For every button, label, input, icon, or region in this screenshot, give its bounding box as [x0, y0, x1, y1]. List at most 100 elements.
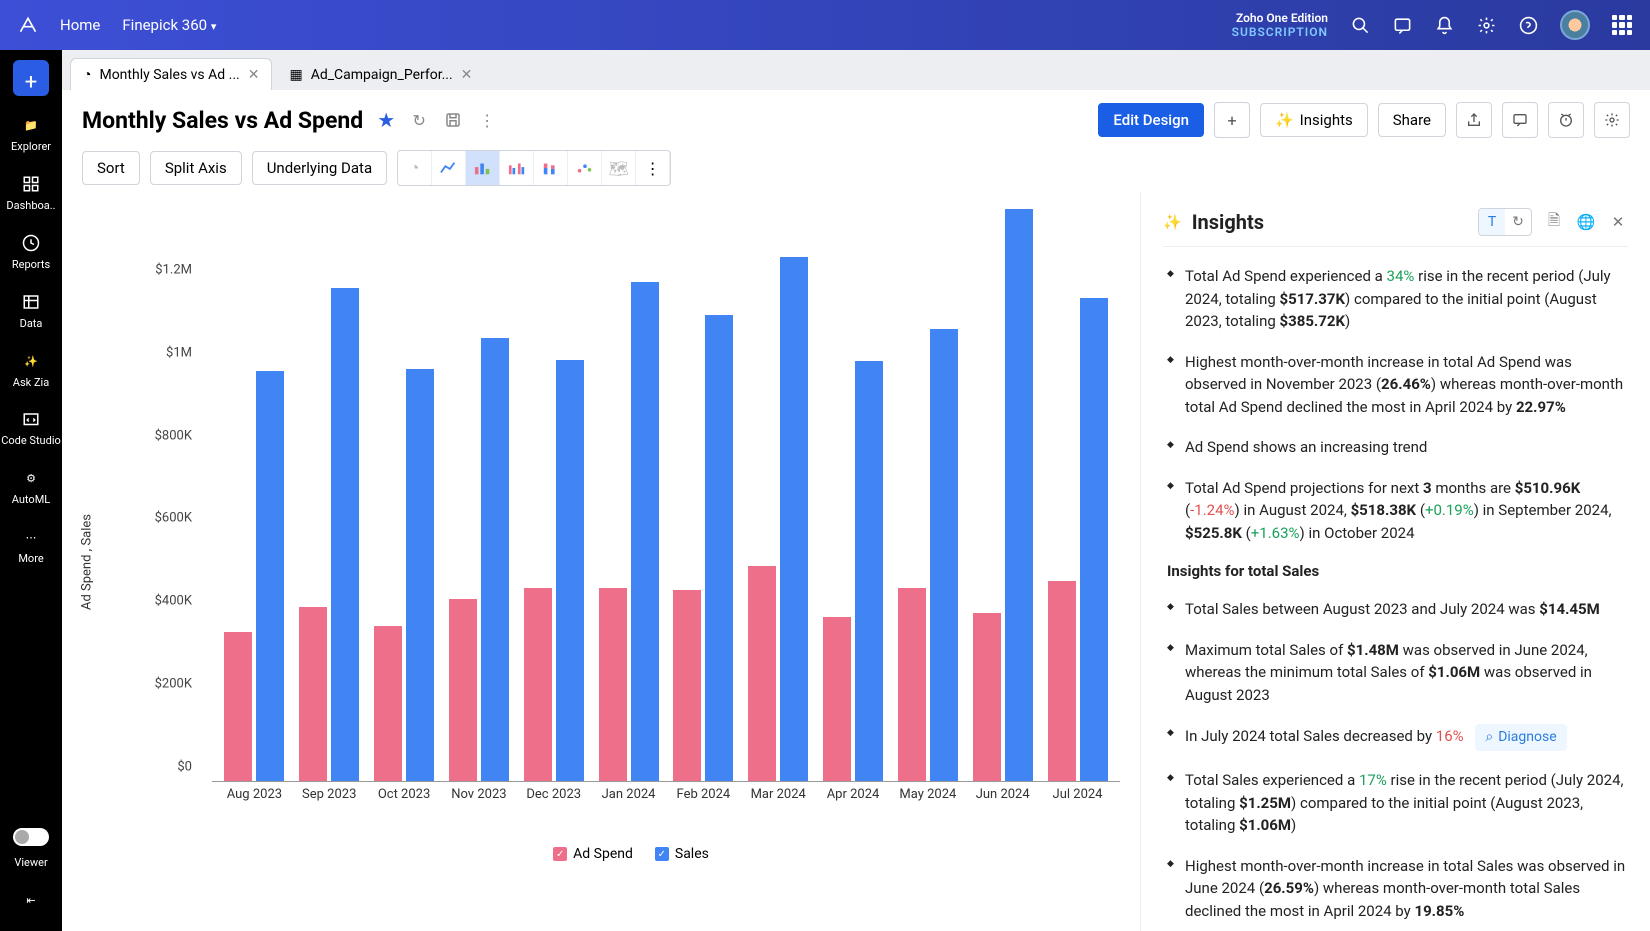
- bar-adspend[interactable]: [673, 590, 701, 781]
- globe-icon[interactable]: 🌐: [1576, 212, 1596, 232]
- share-button[interactable]: Share: [1378, 103, 1446, 137]
- bar-adspend[interactable]: [898, 588, 926, 781]
- bar-adspend[interactable]: [973, 613, 1001, 781]
- legend-adspend[interactable]: ✓Ad Spend: [553, 846, 633, 862]
- sidebar-codestudio[interactable]: Code Studio: [0, 399, 62, 457]
- legend-sales[interactable]: ✓Sales: [655, 846, 709, 862]
- bar-adspend[interactable]: [748, 566, 776, 781]
- insights-view-toggle[interactable]: T↻: [1478, 208, 1532, 236]
- sidebar-explorer[interactable]: 📁Explorer: [0, 104, 62, 163]
- y-axis-label: Ad Spend , Sales: [80, 513, 95, 609]
- refresh-icon[interactable]: ↻: [409, 110, 429, 130]
- bar-chart-icon[interactable]: [466, 151, 500, 185]
- sidebar-more[interactable]: ⋯More: [0, 516, 62, 575]
- insights-list: Total Ad Spend experienced a 34% rise in…: [1163, 265, 1628, 544]
- underlying-data-button[interactable]: Underlying Data: [252, 151, 387, 185]
- more-icon[interactable]: ⋮: [477, 110, 497, 130]
- bar-adspend[interactable]: [524, 588, 552, 781]
- insight-item: Ad Spend shows an increasing trend: [1163, 436, 1628, 459]
- bar-sales[interactable]: [705, 315, 733, 781]
- edit-design-button[interactable]: Edit Design: [1098, 103, 1204, 137]
- grouped-bar-icon[interactable]: [500, 151, 534, 185]
- help-icon[interactable]: [1518, 15, 1538, 35]
- chart-icon: ◔: [83, 66, 91, 83]
- bar-sales[interactable]: [1080, 298, 1108, 781]
- insights-button[interactable]: ✨Insights: [1260, 103, 1368, 137]
- edition-label: Zoho One EditionSUBSCRIPTION: [1232, 11, 1328, 40]
- sidebar-automl[interactable]: ⚙AutoML: [0, 457, 62, 516]
- collapse-sidebar-icon[interactable]: ⇤: [0, 879, 62, 921]
- diagnose-button[interactable]: ⌕ Diagnose: [1475, 724, 1566, 751]
- bar-sales[interactable]: [855, 361, 883, 781]
- bar-sales[interactable]: [930, 329, 958, 781]
- sidebar-reports[interactable]: Reports: [0, 222, 62, 281]
- bar-sales[interactable]: [556, 360, 584, 781]
- settings-icon[interactable]: [1476, 15, 1496, 35]
- settings-button[interactable]: [1594, 102, 1630, 138]
- bar-adspend[interactable]: [599, 588, 627, 781]
- export-icon[interactable]: [1456, 102, 1492, 138]
- tab-active[interactable]: ◔ Monthly Sales vs Ad ... ✕: [70, 58, 272, 90]
- report-header: Monthly Sales vs Ad Spend ★ ↻ ⋮ Edit Des…: [62, 90, 1650, 150]
- bar-group: [599, 282, 659, 781]
- scatter-chart-icon[interactable]: [568, 151, 602, 185]
- bar-adspend[interactable]: [1048, 581, 1076, 781]
- home-link[interactable]: Home: [60, 16, 100, 34]
- comment-icon[interactable]: [1502, 102, 1538, 138]
- line-chart-icon[interactable]: [432, 151, 466, 185]
- star-icon[interactable]: ★: [377, 108, 395, 132]
- avatar[interactable]: [1560, 10, 1590, 40]
- bar-sales[interactable]: [780, 257, 808, 781]
- map-chart-icon[interactable]: 🗺: [602, 151, 636, 185]
- chart-type-buttons: ◔ 🗺 ⋮: [397, 150, 671, 186]
- viewer-toggle[interactable]: Viewer: [0, 818, 62, 879]
- tab-inactive[interactable]: ▦ Ad_Campaign_Perfor... ✕: [276, 59, 485, 90]
- search-icon[interactable]: [1350, 15, 1370, 35]
- bar-sales[interactable]: [406, 369, 434, 781]
- apps-icon[interactable]: [1612, 15, 1632, 35]
- bar-adspend[interactable]: [823, 617, 851, 781]
- chat-icon[interactable]: [1392, 15, 1412, 35]
- bar-group: [823, 361, 883, 781]
- bar-sales[interactable]: [256, 371, 284, 781]
- y-tick: $600K: [155, 511, 192, 526]
- x-axis: Aug 2023Sep 2023Oct 2023Nov 2023Dec 2023…: [212, 787, 1120, 802]
- bar-sales[interactable]: [331, 288, 359, 781]
- plus-button[interactable]: +: [1214, 102, 1250, 138]
- document-icon[interactable]: 🗎: [1544, 212, 1564, 232]
- bar-group: [973, 209, 1033, 781]
- insight-item: Total Ad Spend projections for next 3 mo…: [1163, 477, 1628, 545]
- chart-more-icon[interactable]: ⋮: [636, 151, 670, 185]
- sidebar-data[interactable]: Data: [0, 281, 62, 340]
- save-icon[interactable]: [443, 110, 463, 130]
- insights-panel: ✨ Insights T↻ 🗎 🌐 ✕ Total Ad Spend exper…: [1140, 192, 1650, 931]
- bar-adspend[interactable]: [224, 632, 252, 781]
- bar-sales[interactable]: [1005, 209, 1033, 781]
- sort-button[interactable]: Sort: [82, 151, 140, 185]
- bar-group: [1048, 298, 1108, 781]
- bar-adspend[interactable]: [449, 599, 477, 781]
- bar-sales[interactable]: [631, 282, 659, 781]
- sidebar: + 📁Explorer Dashboa.. Reports Data ✨Ask …: [0, 50, 62, 931]
- close-tab-icon[interactable]: ✕: [248, 67, 260, 83]
- sidebar-askzia[interactable]: ✨Ask Zia: [0, 340, 62, 399]
- workspace-selector[interactable]: Finepick 360 ▾: [122, 16, 216, 34]
- bar-group: [299, 288, 359, 781]
- logo-icon[interactable]: [18, 15, 38, 35]
- tab-label: Monthly Sales vs Ad ...: [99, 67, 239, 83]
- x-tick: Oct 2023: [374, 787, 434, 802]
- insights-list-sales: Total Sales between August 2023 and July…: [1163, 598, 1628, 931]
- alert-icon[interactable]: [1548, 102, 1584, 138]
- sidebar-dashboards[interactable]: Dashboa..: [0, 163, 62, 222]
- pie-chart-icon[interactable]: ◔: [398, 151, 432, 185]
- insight-item: Highest month-over-month increase in tot…: [1163, 351, 1628, 419]
- bell-icon[interactable]: [1434, 15, 1454, 35]
- bar-sales[interactable]: [481, 338, 509, 781]
- split-axis-button[interactable]: Split Axis: [150, 151, 242, 185]
- bar-adspend[interactable]: [299, 607, 327, 781]
- close-tab-icon[interactable]: ✕: [461, 67, 473, 83]
- bar-adspend[interactable]: [374, 626, 402, 781]
- close-insights-icon[interactable]: ✕: [1608, 212, 1628, 232]
- stacked-bar-icon[interactable]: [534, 151, 568, 185]
- add-button[interactable]: +: [13, 60, 49, 96]
